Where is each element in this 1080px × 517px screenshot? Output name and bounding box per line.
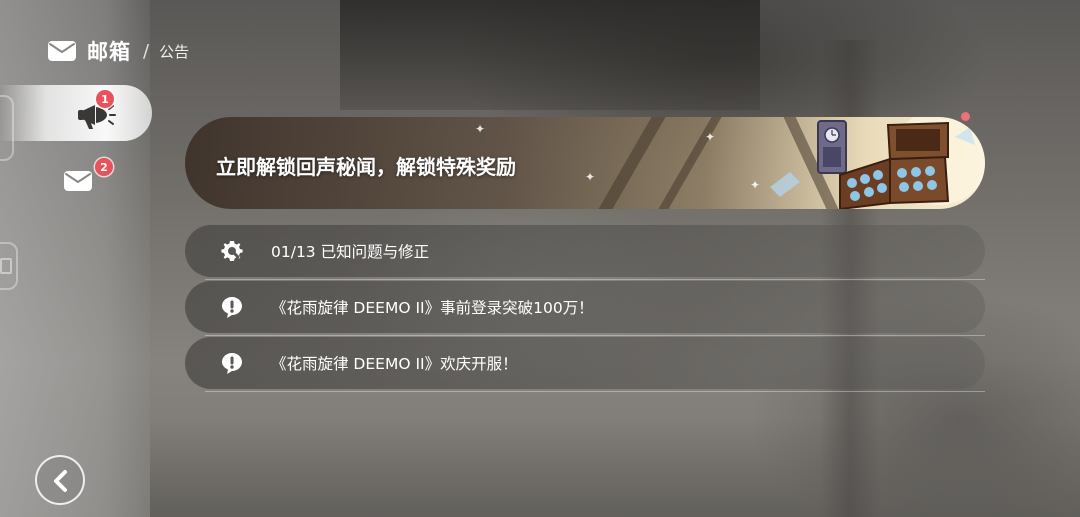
side-edge-decoration	[0, 242, 18, 290]
exclamation-bubble-icon	[222, 353, 242, 374]
notice-item[interactable]: 《花雨旋律 DEEMO II》欢庆开服！	[185, 337, 985, 389]
chevron-left-icon	[54, 470, 67, 492]
page-title: 邮箱	[87, 40, 131, 64]
divider	[205, 335, 985, 336]
divider	[205, 391, 985, 392]
exclamation-bubble-icon	[222, 297, 242, 318]
breadcrumb-separator: /	[143, 40, 150, 62]
notice-item[interactable]: 《花雨旋律 DEEMO II》事前登录突破100万！	[185, 281, 985, 333]
unread-badge: 2	[95, 158, 113, 176]
notice-title: 01/13 已知问题与修正	[271, 243, 430, 261]
unread-dot	[961, 112, 970, 121]
page-header: 邮箱 / 公告	[47, 36, 189, 66]
treasure-chest-icon	[770, 117, 985, 209]
back-button[interactable]	[35, 455, 85, 505]
event-banner[interactable]: ✦ ✦ ✦ ✦ 立即解锁回声秘闻，解锁特殊奖励	[185, 117, 985, 209]
notice-title: 《花雨旋律 DEEMO II》欢庆开服！	[271, 355, 518, 373]
gear-wrench-icon	[221, 241, 243, 261]
sparkle-icon: ✦	[475, 122, 486, 136]
side-panel	[0, 0, 150, 517]
unread-badge: 1	[96, 90, 114, 108]
divider	[205, 279, 985, 280]
banner-decoration	[598, 117, 666, 209]
notice-title: 《花雨旋律 DEEMO II》事前登录突破100万！	[271, 299, 594, 317]
sparkle-icon: ✦	[750, 178, 761, 192]
notice-item[interactable]: 01/13 已知问题与修正	[185, 225, 985, 277]
tab-mail[interactable]	[63, 170, 93, 192]
sparkle-icon: ✦	[705, 130, 716, 144]
sparkle-icon: ✦	[585, 170, 596, 184]
mail-icon	[48, 41, 76, 61]
background-window	[340, 0, 760, 110]
background-floor	[150, 420, 1080, 517]
mailbox-screen: 邮箱 / 公告 1 2 ✦ ✦ ✦ ✦ 立即解锁回声秘闻，解锁特殊奖励 01/1…	[0, 0, 1080, 517]
breadcrumb-current: 公告	[159, 42, 190, 61]
banner-title: 立即解锁回声秘闻，解锁特殊奖励	[216, 155, 516, 179]
